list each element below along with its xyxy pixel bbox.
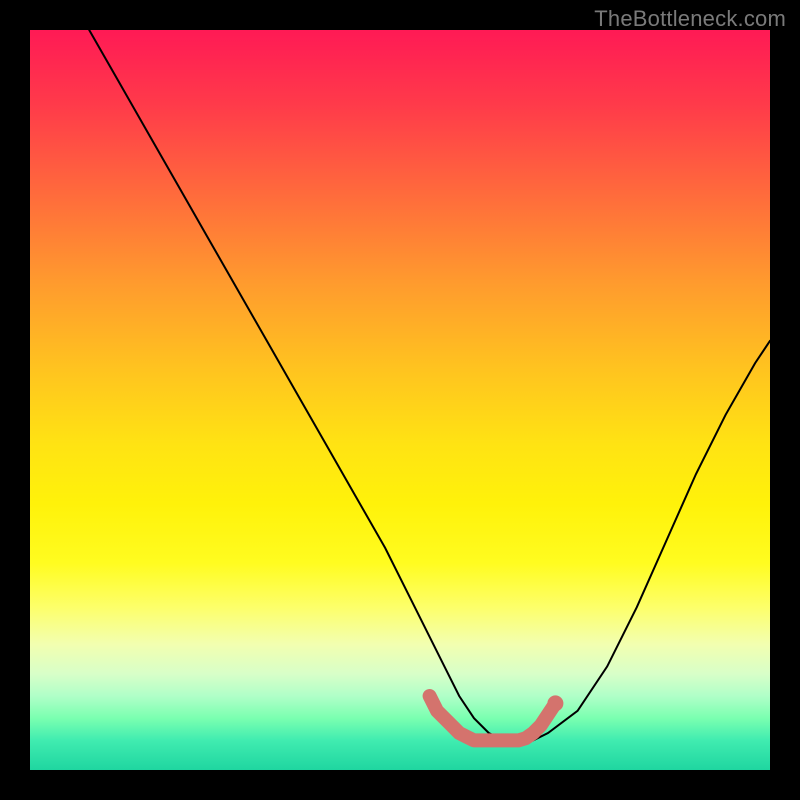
watermark-text: TheBottleneck.com bbox=[594, 6, 786, 32]
sweet-spot-marker bbox=[430, 696, 556, 740]
sweet-spot-end-dot bbox=[547, 695, 563, 711]
chart-frame: TheBottleneck.com bbox=[0, 0, 800, 800]
plot-area bbox=[30, 30, 770, 770]
curve-svg bbox=[30, 30, 770, 770]
bottleneck-curve bbox=[89, 30, 770, 740]
